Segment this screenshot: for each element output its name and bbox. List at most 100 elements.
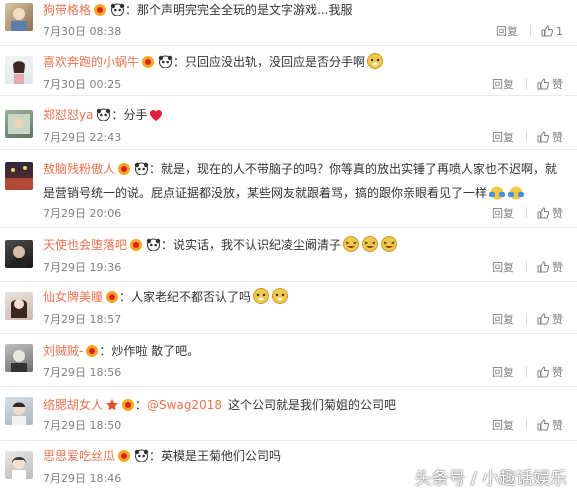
star-badge-icon xyxy=(105,398,119,416)
thumbs-up-icon xyxy=(537,419,550,431)
like-button[interactable]: 赞 xyxy=(537,207,563,221)
vip-badge-icon xyxy=(117,160,131,182)
comment-text: 那个声明完完全全玩的是文字游戏...我服 xyxy=(137,3,353,17)
thumbs-up-icon xyxy=(537,261,550,273)
like-button[interactable]: 赞 xyxy=(537,419,563,433)
comment-time: 7月29日 18:46 xyxy=(43,472,122,485)
like-button[interactable]: 赞 xyxy=(537,78,563,92)
comment-actions: 回复 赞 xyxy=(492,366,563,380)
comment-time: 7月29日 18:56 xyxy=(43,366,122,379)
thumbs-up-icon xyxy=(541,25,554,37)
avatar[interactable] xyxy=(5,292,33,320)
doge-emoji-icon xyxy=(271,287,289,309)
like-label: 赞 xyxy=(552,419,563,432)
vip-badge-icon xyxy=(93,3,107,21)
avatar[interactable] xyxy=(5,162,33,190)
panda-badge-icon xyxy=(146,238,161,256)
like-label: 赞 xyxy=(552,366,563,379)
avatar[interactable] xyxy=(5,56,33,84)
comment-text: 这个公司就是我们菊姐的公司吧 xyxy=(227,398,396,412)
avatar[interactable] xyxy=(5,451,33,479)
like-button[interactable]: 赞 xyxy=(537,261,563,275)
username[interactable]: 喜欢奔跑的小蜗牛 xyxy=(43,55,139,69)
username[interactable]: 络腮胡女人 xyxy=(43,398,103,412)
comment-time: 7月30日 00:25 xyxy=(43,78,122,91)
divider xyxy=(526,131,527,142)
avatar[interactable] xyxy=(5,240,33,268)
comment-text: 炒作啦 散了吧。 xyxy=(111,344,200,358)
reply-button[interactable]: 回复 xyxy=(492,313,514,327)
username[interactable]: 郑怼怼ya xyxy=(43,108,93,122)
avatar[interactable] xyxy=(5,344,33,372)
like-label: 赞 xyxy=(552,207,563,220)
divider xyxy=(526,261,527,272)
username[interactable]: 思思爱吃丝瓜 xyxy=(43,449,115,463)
like-button[interactable]: 1 xyxy=(541,25,563,39)
avatar[interactable] xyxy=(5,110,33,138)
facepalm-emoji-icon xyxy=(488,184,506,207)
comment-body: 郑怼怼ya ：分手 xyxy=(43,106,563,127)
avatar[interactable] xyxy=(5,397,33,425)
like-label: 赞 xyxy=(552,313,563,326)
comment-actions: 回复 1 xyxy=(496,25,563,39)
watermark: 头条号 / 小趣话娱乐 xyxy=(414,469,567,489)
mention-link[interactable]: @Swag2018 xyxy=(147,398,222,412)
reply-button[interactable]: 回复 xyxy=(492,419,514,433)
comment-time: 7月29日 18:57 xyxy=(43,313,122,326)
username[interactable]: 仙女牌美瞳 xyxy=(43,290,103,304)
comment-text: 说实话，我不认识纪凌尘阚清子 xyxy=(173,238,342,252)
username[interactable]: 敖脑残粉傲人 xyxy=(43,162,115,176)
reply-button[interactable]: 回复 xyxy=(492,366,514,380)
comment-text: 人家老纪不都否认了吗 xyxy=(131,290,252,304)
laugh-cry-emoji-icon xyxy=(380,235,398,257)
username[interactable]: 狗带格格 xyxy=(43,3,91,17)
like-button[interactable]: 赞 xyxy=(537,366,563,380)
reply-button[interactable]: 回复 xyxy=(492,207,514,221)
comment-text: 英模是王菊他们公司吗 xyxy=(161,449,282,463)
panda-badge-icon xyxy=(110,3,125,21)
comment-time: 7月30日 08:38 xyxy=(43,25,122,38)
comment-body: 喜欢奔跑的小蜗牛 ：只回应没出轨，没回应是否分手啊 xyxy=(43,52,563,74)
like-label: 赞 xyxy=(552,261,563,274)
vip-badge-icon xyxy=(105,290,119,308)
avatar[interactable] xyxy=(5,3,33,31)
comment-item: 络腮胡女人 ：@Swag2018 这个公司就是我们菊姐的公司吧 7月29日 18:5… xyxy=(0,387,577,441)
thumbs-up-icon xyxy=(537,78,550,90)
username[interactable]: 刘贼贼- xyxy=(43,344,83,358)
divider xyxy=(526,207,527,218)
laugh-cry-emoji-icon xyxy=(361,235,379,257)
comment-actions: 回复 赞 xyxy=(492,78,563,92)
reply-button[interactable]: 回复 xyxy=(492,78,514,92)
reply-button[interactable]: 回复 xyxy=(492,131,514,145)
comment-time: 7月29日 22:43 xyxy=(43,131,122,144)
divider xyxy=(526,366,527,377)
comment-body: 刘贼贼- ：炒作啦 散了吧。 xyxy=(43,342,563,362)
comment-time: 7月29日 20:06 xyxy=(43,207,122,220)
comment-item: 仙女牌美瞳 ：人家老纪不都否认了吗 7月29日 18:57 回复 赞 xyxy=(0,282,577,334)
username[interactable]: 天使也会堕落吧 xyxy=(43,238,127,252)
vip-badge-icon xyxy=(129,238,143,256)
facepalm-emoji-icon xyxy=(507,184,525,207)
like-button[interactable]: 赞 xyxy=(537,313,563,327)
comment-actions: 回复 赞 xyxy=(492,261,563,275)
comment-item: 敖脑残粉傲人 ：就是，现在的人不带脑子的吗？你等真的放出实锤了再喷人家也不迟啊，就… xyxy=(0,150,577,228)
thumbs-up-icon xyxy=(537,313,550,325)
reply-button[interactable]: 回复 xyxy=(496,25,518,39)
reply-button[interactable]: 回复 xyxy=(492,261,514,275)
vip-badge-icon xyxy=(141,55,155,73)
divider xyxy=(526,419,527,430)
vip-badge-icon xyxy=(117,449,131,467)
panda-badge-icon xyxy=(134,449,149,467)
like-label: 赞 xyxy=(552,131,563,144)
comment-time: 7月29日 19:36 xyxy=(43,261,122,274)
comment-actions: 回复 赞 xyxy=(492,313,563,327)
thumbs-up-icon xyxy=(537,366,550,378)
comment-actions: 回复 赞 xyxy=(492,207,563,221)
comment-actions: 回复 赞 xyxy=(492,419,563,433)
panda-badge-icon xyxy=(134,160,149,182)
comment-item: 喜欢奔跑的小蜗牛 ：只回应没出轨，没回应是否分手啊 7月30日 00:25 回复 赞 xyxy=(0,46,577,96)
comment-body: 狗带格格 ：那个声明完完全全玩的是文字游戏...我服 xyxy=(43,1,563,21)
thumbs-up-icon xyxy=(537,131,550,143)
like-button[interactable]: 赞 xyxy=(537,131,563,145)
panda-badge-icon xyxy=(96,108,111,126)
